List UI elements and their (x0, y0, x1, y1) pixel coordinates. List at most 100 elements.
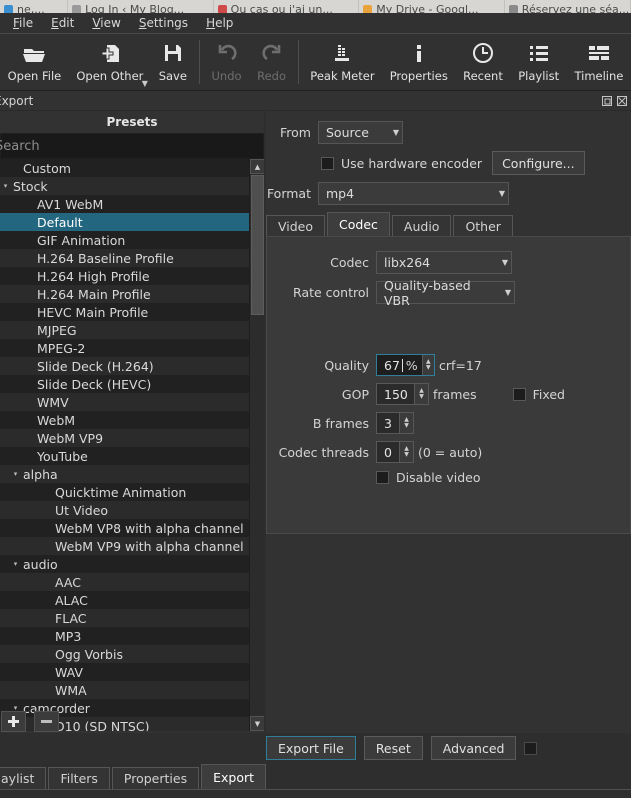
presets-scrollbar[interactable]: ▲ ▼ (249, 159, 264, 731)
spinner-arrows-icon[interactable]: ▲ ▼ (399, 442, 413, 462)
dock-tab-properties[interactable]: Properties (111, 767, 200, 789)
preset-item[interactable]: ▾ Stock (0, 177, 249, 195)
preset-item[interactable]: HEVC Main Profile (0, 303, 249, 321)
toolbar-button-save[interactable]: Save (151, 34, 195, 90)
preset-item[interactable]: WMA (0, 681, 249, 699)
toolbar-button-label: Peak Meter (310, 69, 375, 83)
spinner-arrows-icon[interactable]: ▲ ▼ (414, 384, 428, 404)
browser-tab[interactable]: My Drive - Googl... (359, 0, 505, 13)
preset-item-label: WebM VP9 with alpha channel (55, 538, 244, 554)
preset-item[interactable]: Slide Deck (HEVC) (0, 375, 249, 393)
preset-item[interactable]: GIF Animation (0, 231, 249, 249)
remove-preset-button[interactable] (34, 710, 59, 732)
menu-item-settings[interactable]: Settings (130, 14, 197, 32)
preset-item[interactable]: FLAC (0, 609, 249, 627)
add-preset-button[interactable] (1, 710, 26, 732)
preset-item[interactable]: WebM VP9 with alpha channel (0, 537, 249, 555)
preset-item-label: Ut Video (55, 502, 109, 518)
reset-button[interactable]: Reset (363, 736, 423, 760)
tab-video[interactable]: Video (266, 215, 326, 236)
preset-item-label: Custom (23, 160, 71, 176)
browser-tab[interactable]: ne,... (0, 0, 69, 13)
expander-triangle-icon[interactable]: ▾ (10, 560, 21, 568)
menu-item-view[interactable]: View (83, 14, 129, 32)
dock-tab-filters[interactable]: Filters (48, 767, 110, 789)
preset-item[interactable]: WebM VP8 with alpha channel (0, 519, 249, 537)
expander-triangle-icon[interactable]: ▾ (0, 182, 11, 190)
tab-audio[interactable]: Audio (391, 215, 452, 236)
preset-item[interactable]: AAC (0, 573, 249, 591)
toolbar-button-properties[interactable]: Properties (382, 34, 455, 90)
menu-item-edit[interactable]: Edit (42, 14, 83, 32)
bframes-spinbox[interactable]: 3 ▲ ▼ (376, 412, 414, 434)
fixed-checkbox[interactable] (512, 387, 526, 401)
export-file-button[interactable]: Export File (266, 736, 356, 760)
preset-item[interactable]: Custom (0, 159, 249, 177)
dock-tab-playlist[interactable]: Playlist (0, 767, 47, 789)
toolbar-button-open-other[interactable]: Open Other ▼ (69, 34, 151, 90)
spinner-arrows-icon[interactable]: ▲ ▼ (399, 413, 413, 433)
quality-spinbox[interactable]: 67 % ▲ ▼ (376, 354, 435, 376)
search-input[interactable] (0, 137, 255, 155)
spinner-arrows-icon[interactable]: ▲ ▼ (421, 355, 434, 375)
tab-other[interactable]: Other (453, 215, 513, 236)
toolbar-button-label: Open File (7, 69, 62, 83)
chevron-down-icon[interactable]: ▼ (142, 79, 148, 88)
preset-item[interactable]: ▾ audio (0, 555, 249, 573)
preset-item-selected[interactable]: Default (0, 213, 249, 231)
tab-codec[interactable]: Codec (327, 212, 390, 236)
preset-item[interactable]: YouTube (0, 447, 249, 465)
rate-control-combo[interactable]: Quality-based VBR ▼ (376, 278, 515, 308)
menu-item-help[interactable]: Help (197, 14, 242, 32)
advanced-button[interactable]: Advanced (430, 736, 517, 760)
configure-button[interactable]: Configure... (492, 151, 585, 175)
preset-item[interactable]: ▾ alpha (0, 465, 249, 483)
toolbar-button-timeline[interactable]: Timeline (567, 34, 631, 90)
preset-item[interactable]: WebM VP9 (0, 429, 249, 447)
preset-item[interactable]: WAV (0, 663, 249, 681)
toolbar-button-recent[interactable]: Recent (455, 34, 510, 90)
preset-item[interactable]: AV1 WebM (0, 195, 249, 213)
presets-heading: Presets (106, 115, 158, 129)
preset-search-field[interactable] (0, 133, 264, 159)
preset-item[interactable]: H.264 High Profile (0, 267, 249, 285)
use-hardware-encoder-checkbox[interactable] (321, 156, 334, 170)
preset-item[interactable]: WebM (0, 411, 249, 429)
toolbar-button-label: Save (158, 69, 187, 83)
expander-triangle-icon[interactable]: ▾ (10, 470, 21, 478)
preset-item[interactable]: H.264 Baseline Profile (0, 249, 249, 267)
preset-item-label: AAC (55, 574, 81, 590)
preset-item[interactable]: H.264 Main Profile (0, 285, 249, 303)
dock-tab-export[interactable]: Export (201, 764, 267, 789)
codec-threads-spinbox[interactable]: 0 ▲ ▼ (376, 441, 414, 463)
preset-item[interactable]: ALAC (0, 591, 249, 609)
browser-tab[interactable]: Réservez une séa... (505, 0, 631, 13)
gop-spinbox[interactable]: 150 ▲ ▼ (376, 383, 429, 405)
stop-square-icon[interactable] (524, 741, 538, 755)
format-combo[interactable]: mp4 ▼ (318, 182, 509, 205)
preset-item[interactable]: MPEG-2 (0, 339, 249, 357)
browser-tab[interactable]: Log In ‹ My Blog... (68, 0, 214, 13)
preset-item[interactable]: Ogg Vorbis (0, 645, 249, 663)
disable-video-checkbox[interactable] (376, 471, 389, 484)
scrollbar-thumb[interactable] (251, 175, 264, 315)
export-action-bar: Export File Reset Advanced (266, 735, 631, 761)
preset-item[interactable]: Slide Deck (H.264) (0, 357, 249, 375)
preset-item[interactable]: Quicktime Animation (0, 483, 249, 501)
preset-item[interactable]: MJPEG (0, 321, 249, 339)
browser-tab[interactable]: Ou cas ou j'ai un... (214, 0, 360, 13)
open-other-icon (98, 40, 122, 66)
toolbar-button-playlist[interactable]: Playlist (511, 34, 567, 90)
codec-combo[interactable]: libx264 ▼ (376, 251, 512, 274)
scroll-up-icon[interactable]: ▲ (250, 159, 264, 174)
close-panel-icon[interactable] (616, 95, 628, 107)
float-panel-icon[interactable] (601, 95, 613, 107)
toolbar-button-peak-meter[interactable]: Peak Meter (303, 34, 382, 90)
use-hardware-encoder-label: Use hardware encoder (341, 155, 483, 171)
preset-item[interactable]: WMV (0, 393, 249, 411)
from-combo[interactable]: Source ▼ (318, 121, 403, 144)
menu-item-file[interactable]: File (4, 14, 42, 32)
preset-item[interactable]: MP3 (0, 627, 249, 645)
toolbar-button-open-file[interactable]: Open File (0, 34, 69, 90)
preset-item[interactable]: Ut Video (0, 501, 249, 519)
